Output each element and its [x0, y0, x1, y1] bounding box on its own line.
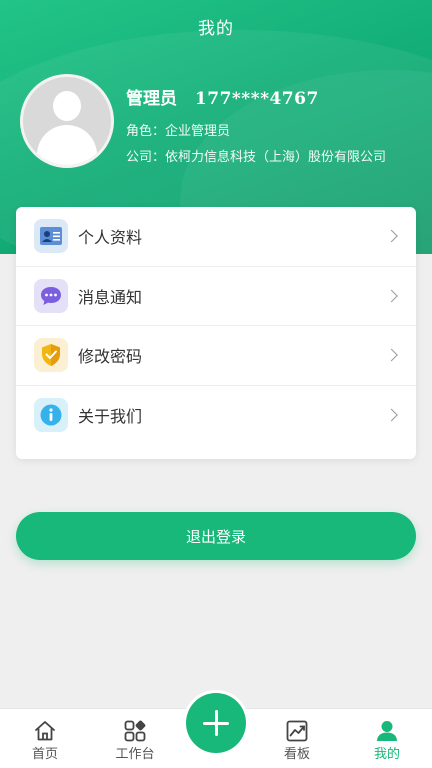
tab-home[interactable]: 首页 [2, 709, 88, 768]
chevron-right-icon [385, 229, 398, 243]
menu-item-label: 个人资料 [78, 228, 143, 248]
menu-item-label: 消息通知 [78, 287, 143, 307]
menu-item-change-password[interactable]: 修改密码 [16, 326, 416, 386]
user-phone: 177****4767 [194, 89, 319, 109]
profile-card-icon [34, 219, 68, 254]
avatar-head [53, 91, 81, 121]
tab-dashboard[interactable]: 看板 [254, 709, 340, 768]
user-company: 公司：依柯力信息科技（上海）股份有限公司 [126, 150, 387, 165]
shield-icon [34, 338, 68, 373]
chevron-right-icon [385, 408, 398, 422]
person-icon [377, 721, 397, 741]
grid-icon [124, 720, 146, 742]
chart-icon [286, 720, 308, 742]
plus-icon [186, 693, 246, 753]
logout-button[interactable]: 退出登录 [16, 512, 416, 560]
tab-mine[interactable]: 我的 [344, 709, 430, 768]
menu-item-label: 修改密码 [78, 347, 143, 367]
chevron-right-icon [385, 348, 398, 362]
add-button[interactable] [183, 690, 249, 756]
user-name: 管理员 [126, 89, 177, 109]
message-icon [34, 278, 68, 313]
menu-item-about-us[interactable]: 关于我们 [16, 386, 416, 446]
tab-label: 首页 [31, 747, 58, 762]
avatar-body [37, 125, 97, 165]
info-icon [34, 398, 68, 433]
menu-item-profile[interactable]: 个人资料 [16, 207, 416, 267]
avatar[interactable] [20, 74, 114, 168]
user-role: 角色：企业管理员 [126, 124, 231, 139]
page-title: 我的 [198, 19, 234, 39]
tab-label: 工作台 [115, 747, 155, 762]
menu-card: 个人资料 消息通知 修改密码 关于我们 [16, 207, 416, 459]
menu-item-label: 关于我们 [78, 407, 143, 427]
home-icon [35, 721, 55, 741]
user-name-line: 管理员 177****4767 [126, 84, 319, 109]
chevron-right-icon [385, 289, 398, 303]
menu-item-notifications[interactable]: 消息通知 [16, 267, 416, 326]
tab-label: 看板 [283, 747, 310, 762]
tab-workbench[interactable]: 工作台 [92, 709, 178, 768]
tab-label: 我的 [373, 747, 400, 762]
